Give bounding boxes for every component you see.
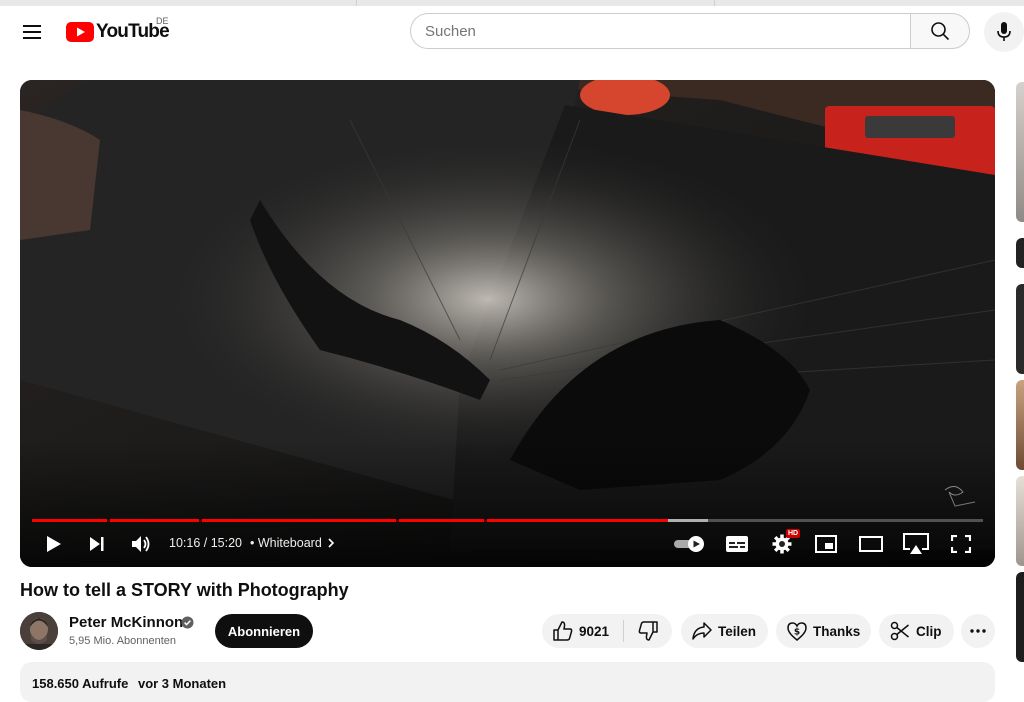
chapter-marker (107, 519, 110, 522)
subtitles-icon (726, 536, 748, 552)
airplay-button[interactable] (898, 528, 934, 560)
more-actions-button[interactable] (961, 614, 995, 648)
region-code: DE (156, 16, 169, 26)
subscribe-button[interactable]: Abonnieren (215, 614, 313, 648)
share-button[interactable]: Teilen (681, 614, 768, 648)
volume-button[interactable] (123, 528, 159, 560)
share-icon (692, 622, 712, 640)
youtube-play-logo-icon (66, 22, 94, 42)
progress-played (32, 519, 669, 522)
channel-name[interactable]: Peter McKinnon (69, 614, 183, 631)
autoplay-toggle-icon (674, 536, 704, 552)
theater-icon (859, 536, 883, 552)
description-box[interactable]: 158.650 Aufrufe vor 3 Monaten (20, 662, 995, 702)
video-player[interactable]: 10:16 / 15:20 • Whiteboard HD (20, 80, 995, 567)
related-video-thumbnail[interactable] (1016, 572, 1024, 662)
fullscreen-icon (951, 535, 971, 553)
next-button[interactable] (79, 528, 115, 560)
upload-date: vor 3 Monaten (137, 676, 227, 691)
chapter-title-button[interactable]: • Whiteboard (250, 536, 337, 550)
clip-button[interactable]: Clip (879, 614, 954, 648)
progress-bar[interactable] (32, 519, 983, 522)
masthead: YouTube DE (0, 6, 1024, 58)
chapter-title: Whiteboard (257, 536, 322, 550)
like-button[interactable]: 9021 (542, 620, 624, 642)
search-bar (410, 13, 970, 49)
related-video-thumbnail[interactable] (1016, 380, 1024, 470)
menu-icon (23, 25, 41, 39)
chapter-marker (199, 519, 202, 522)
youtube-logo[interactable]: YouTube (66, 20, 170, 44)
thanks-label: Thanks (813, 623, 861, 639)
chapter-marker (484, 519, 487, 522)
miniplayer-icon (815, 535, 837, 553)
autoplay-toggle[interactable] (671, 528, 709, 560)
clip-label: Clip (916, 623, 942, 639)
channel-owner: Peter McKinnon 5,95 Mio. Abonnenten Abon… (20, 612, 340, 650)
search-input[interactable] (410, 13, 910, 49)
related-video-thumbnail[interactable] (1016, 238, 1024, 268)
subscriber-count: 5,95 Mio. Abonnenten (69, 635, 177, 647)
chevron-right-icon (328, 538, 334, 548)
volume-icon (132, 536, 150, 552)
thumbs-down-icon (638, 621, 658, 641)
thanks-button[interactable]: $ Thanks (776, 614, 871, 648)
related-video-thumbnail[interactable] (1016, 82, 1024, 222)
video-frame (20, 80, 995, 567)
miniplayer-button[interactable] (808, 528, 844, 560)
related-video-thumbnail[interactable] (1016, 476, 1024, 566)
verified-badge-icon (181, 616, 194, 629)
play-icon (47, 536, 61, 552)
scissors-icon (890, 621, 909, 641)
player-controls: 10:16 / 15:20 • Whiteboard HD (20, 526, 995, 562)
search-icon (931, 22, 950, 41)
video-title: How to tell a STORY with Photography (20, 580, 349, 600)
voice-search-button[interactable] (984, 12, 1024, 52)
chapter-separator: • (250, 536, 258, 550)
thumbs-up-icon (553, 621, 573, 641)
hd-badge: HD (786, 529, 801, 538)
dislike-button[interactable] (624, 621, 672, 641)
time-display: 10:16 / 15:20 (169, 536, 242, 550)
like-count: 9021 (579, 623, 610, 639)
theater-mode-button[interactable] (853, 528, 889, 560)
like-dislike-group: 9021 (542, 614, 672, 648)
menu-button[interactable] (14, 14, 50, 50)
mic-icon (997, 22, 1011, 41)
view-count: 158.650 Aufrufe (32, 676, 129, 691)
subtitles-button[interactable] (719, 528, 755, 560)
description-meta: 158.650 Aufrufe vor 3 Monaten (32, 676, 232, 691)
search-button[interactable] (910, 13, 970, 49)
chapter-marker (396, 519, 399, 522)
fullscreen-button[interactable] (943, 528, 979, 560)
channel-avatar[interactable] (20, 612, 58, 650)
more-horizontal-icon (970, 629, 986, 633)
related-video-thumbnail[interactable] (1016, 284, 1024, 374)
settings-button[interactable]: HD (764, 528, 801, 560)
thanks-heart-dollar-icon: $ (787, 621, 807, 641)
share-label: Teilen (718, 623, 757, 639)
next-icon (90, 537, 104, 551)
play-button[interactable] (36, 528, 72, 560)
svg-text:$: $ (794, 627, 800, 637)
airplay-icon (903, 533, 929, 554)
avatar-image (20, 612, 58, 650)
